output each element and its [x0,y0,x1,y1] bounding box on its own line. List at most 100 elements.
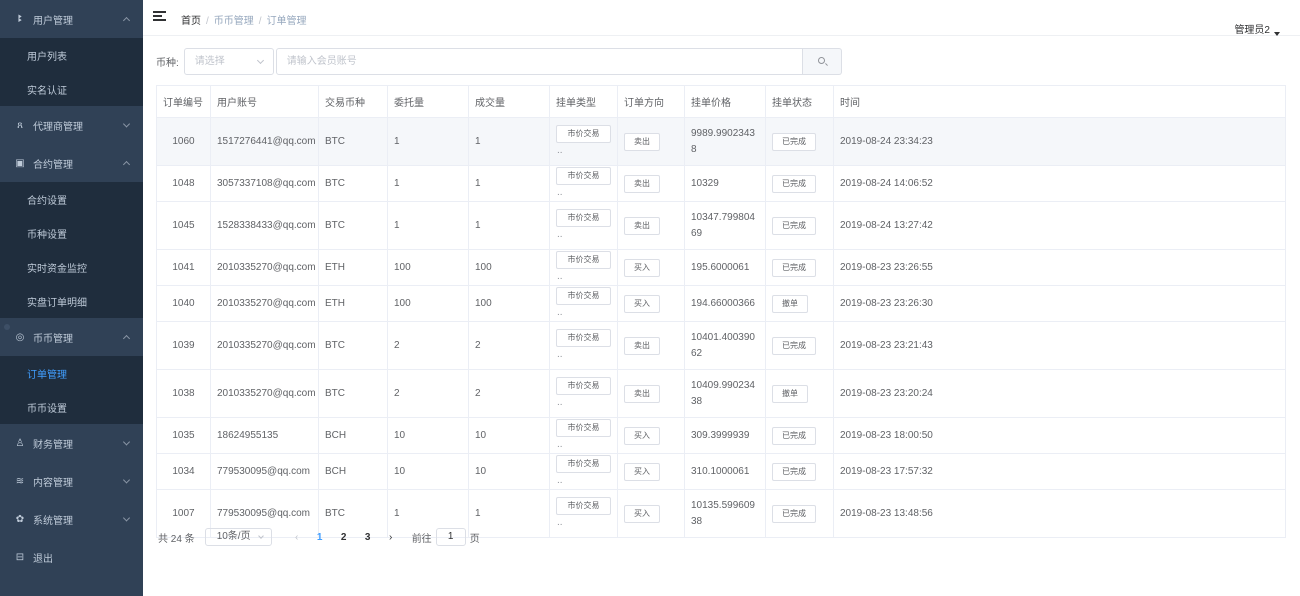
logout-icon: ⊟ [15,551,25,563]
order-type-button[interactable]: 市价交易 [556,166,611,185]
table-row[interactable]: 1060 1517276441@qq.com BTC 1 1 市价交易.. 卖出 9989.9… [156,117,1286,166]
order-status-button[interactable]: 撤单 [772,384,808,403]
sidebar-menu-label: 用户管理 [33,15,73,27]
table-row[interactable]: 1045 1528338433@qq.com BTC 1 1 市价交易.. 卖出 10347.… [156,201,1286,250]
order-direction-button[interactable]: 卖出 [624,336,660,355]
sidebar-menu-finance[interactable]: ♙ 财务管理 [0,424,143,462]
page-number-button[interactable]: 1 [308,532,332,543]
chevron-up-icon [122,334,131,343]
order-id-cell: 1045 [156,201,211,250]
entrust-amount-cell: 2 [387,369,469,418]
overflow-ellipsis: .. [557,348,563,360]
filled-amount-cell: 1 [468,165,550,202]
sidebar-subitem[interactable]: 实时资金监控 [0,250,143,284]
order-direction-button[interactable]: 买入 [624,426,660,445]
order-direction-button[interactable]: 买入 [624,258,660,277]
indicator-dot [4,324,10,330]
order-status-button[interactable]: 已完成 [772,132,816,151]
coin-cell: BTC [318,165,388,202]
order-type-button[interactable]: 市价交易 [556,250,611,269]
pagination: 共 24 条 10条/页 ‹ 123 › 前往 1 页 [158,528,480,546]
order-status-button[interactable]: 撤单 [772,294,808,313]
order-type-cell: 市价交易.. [549,369,618,418]
sidebar-subitem[interactable]: 实名认证 [0,72,143,106]
order-direction-button[interactable]: 买入 [624,504,660,523]
order-type-button[interactable]: 市价交易 [556,454,611,473]
sidebar-menu-label: 合约管理 [33,159,73,171]
order-type-button[interactable]: 市价交易 [556,208,611,227]
order-status-button[interactable]: 已完成 [772,462,816,481]
user-account-cell: 2010335270@qq.com [210,249,319,286]
sidebar-menu-contract[interactable]: ▣ 合约管理 [0,144,143,182]
sidebar-subitem[interactable]: 订单管理 [0,356,143,390]
sidebar-menu-agent[interactable]: ጸ 代理商管理 [0,106,143,144]
order-id-cell: 1035 [156,417,211,454]
prev-page-button[interactable]: ‹ [286,532,308,543]
order-price-cell: 310.1000061 [684,453,766,490]
page-size-select[interactable]: 10条/页 [204,528,272,546]
sidebar-menu-gear[interactable]: ✿ 系统管理 [0,500,143,538]
order-status-button[interactable]: 已完成 [772,174,816,193]
order-status-button[interactable]: 已完成 [772,336,816,355]
order-type-button[interactable]: 市价交易 [556,376,611,395]
gear-icon: ✿ [15,513,25,525]
sidebar-subitem[interactable]: 用户列表 [0,38,143,72]
order-status-button[interactable]: 已完成 [772,216,816,235]
entrust-amount-cell: 1 [387,117,469,166]
breadcrumb-home[interactable]: 首页 [181,16,201,27]
order-direction-button[interactable]: 卖出 [624,174,660,193]
table-row[interactable]: 1038 2010335270@qq.com BTC 2 2 市价交易.. 卖出 10409.… [156,369,1286,418]
goto-page-input[interactable]: 1 [435,528,466,546]
order-type-button[interactable]: 市价交易 [556,496,611,515]
admin-menu[interactable]: 管理员2 [1234,21,1280,36]
sidebar-menu-user[interactable]: ꔪ 用户管理 [0,0,143,38]
entrust-amount-cell: 1 [387,165,469,202]
order-direction-button[interactable]: 卖出 [624,384,660,403]
order-direction-cell: 买入 [617,249,685,286]
coin-cell: ETH [318,249,388,286]
order-direction-button[interactable]: 买入 [624,294,660,313]
order-type-button[interactable]: 市价交易 [556,124,611,143]
coin-select[interactable]: 请选择 [183,47,274,75]
order-status-button[interactable]: 已完成 [772,258,816,277]
page-size-value: 10条/页 [216,531,251,542]
order-status-button[interactable]: 已完成 [772,426,816,445]
order-direction-button[interactable]: 卖出 [624,216,660,235]
sidebar-subitem[interactable]: 实盘订单明细 [0,284,143,318]
overflow-ellipsis: .. [557,474,563,486]
sidebar-subitem[interactable]: 合约设置 [0,182,143,216]
sidebar-menu-coin[interactable]: ◎ 币币管理 [0,318,143,356]
sidebar-subitem[interactable]: 币种设置 [0,216,143,250]
page-list: 123 [308,532,380,543]
table-row[interactable]: 1035 18624955135 BCH 10 10 市价交易.. 买入 309.399993… [156,417,1286,454]
order-type-button[interactable]: 市价交易 [556,286,611,305]
hamburger-icon[interactable] [153,11,166,22]
order-direction-button[interactable]: 卖出 [624,132,660,151]
order-type-button[interactable]: 市价交易 [556,328,611,347]
order-type-button[interactable]: 市价交易 [556,418,611,437]
order-type-cell: 市价交易.. [549,417,618,454]
order-status-button[interactable]: 已完成 [772,504,816,523]
order-id-cell: 1039 [156,321,211,370]
sidebar-subitem[interactable]: 币币设置 [0,390,143,424]
table-row[interactable]: 1040 2010335270@qq.com ETH 100 100 市价交易.. 买入 19… [156,285,1286,322]
order-direction-button[interactable]: 买入 [624,462,660,481]
page-number-button[interactable]: 2 [332,532,356,543]
page-number-button[interactable]: 3 [356,532,380,543]
sidebar-menu-content[interactable]: ≋ 内容管理 [0,462,143,500]
order-direction-cell: 买入 [617,489,685,538]
account-search-input[interactable]: 请输入会员账号 [275,47,803,75]
agent-icon: ጸ [17,119,23,131]
table-row[interactable]: 1039 2010335270@qq.com BTC 2 2 市价交易.. 卖出 10401.… [156,321,1286,370]
table-row[interactable]: 1048 3057337108@qq.com BTC 1 1 市价交易.. 卖出 10329 已… [156,165,1286,202]
filled-amount-cell: 1 [468,489,550,538]
search-button[interactable] [802,47,842,75]
order-time-cell: 2019-08-23 23:26:55 [833,249,1286,286]
sidebar-menu-logout[interactable]: ⊟ 退出 [0,538,143,576]
table-row[interactable]: 1041 2010335270@qq.com ETH 100 100 市价交易.. 买入 19… [156,249,1286,286]
table-row[interactable]: 1034 779530095@qq.com BCH 10 10 市价交易.. 买入 310.1… [156,453,1286,490]
sidebar-menu-label: 币币管理 [33,333,73,345]
next-page-button[interactable]: › [380,532,402,543]
order-price-cell: 10401.40039062 [684,321,766,370]
chevron-down-icon [122,120,131,128]
